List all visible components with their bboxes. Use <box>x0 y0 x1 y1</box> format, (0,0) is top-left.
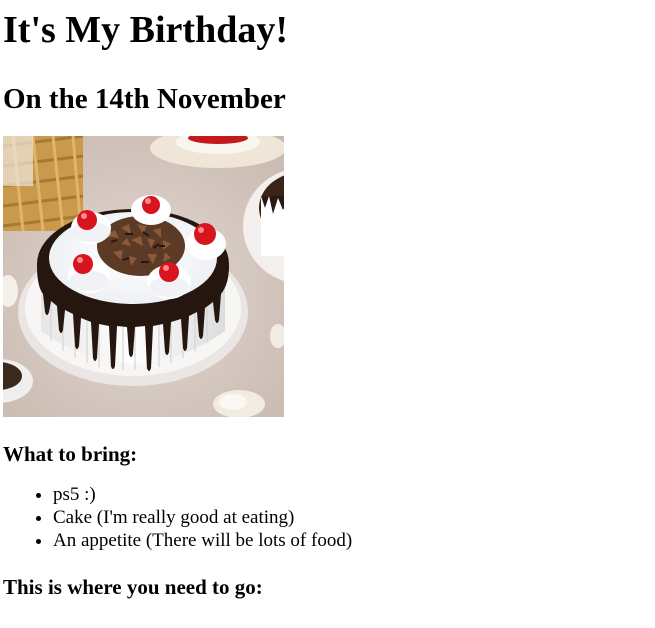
page-title: It's My Birthday! <box>3 9 288 51</box>
list-item: ps5 :) <box>53 483 655 506</box>
bring-list: ps5 :) Cake (I'm really good at eating) … <box>3 483 655 552</box>
birthday-cake-image <box>3 136 284 417</box>
list-item: Cake (I'm really good at eating) <box>53 506 655 529</box>
bring-heading: What to bring: <box>3 442 138 466</box>
basket-decoration <box>3 136 84 232</box>
directions-heading: This is where you need to go: <box>3 575 263 599</box>
page-content: It's My Birthday! On the 14th November W… <box>3 0 655 628</box>
page-subtitle: On the 14th November <box>3 83 286 115</box>
list-item: An appetite (There will be lots of food) <box>53 529 655 552</box>
